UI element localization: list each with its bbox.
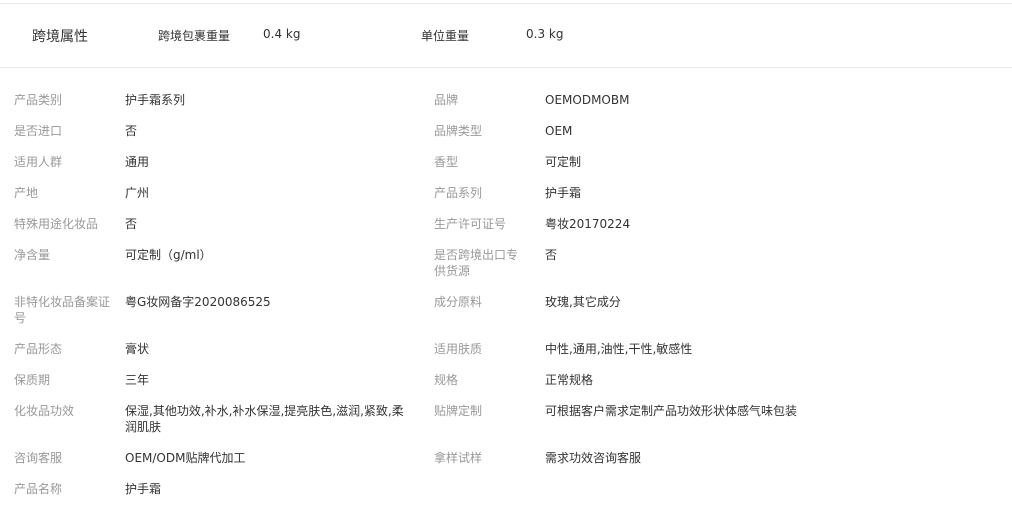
attribute-label: 拿样试样	[434, 451, 483, 465]
attribute-label: 非特化妆品备案证号	[14, 295, 111, 325]
attribute-value: 可定制（g/ml）	[125, 248, 212, 262]
attribute-label: 生产许可证号	[434, 217, 507, 231]
package-weight-label: 跨境包裹重量	[158, 29, 231, 43]
attribute-row: 产品名称 护手霜	[0, 473, 1012, 504]
attribute-cell: 化妆品功效 保湿,其他功效,补水,补水保湿,提亮肤色,滋润,紧致,柔润肌肤	[0, 395, 420, 442]
attribute-label: 保质期	[14, 373, 51, 387]
attribute-cell: 适用人群 通用	[0, 146, 420, 177]
attribute-label: 产品类别	[14, 93, 63, 107]
attribute-label: 适用肤质	[434, 342, 483, 356]
attribute-cell: 适用肤质 中性,通用,油性,干性,敏感性	[420, 333, 1012, 364]
package-weight-value: 0.4 kg	[263, 27, 301, 41]
attribute-label: 产品名称	[14, 482, 63, 496]
attribute-value: 通用	[125, 155, 150, 169]
attribute-value: 护手霜系列	[125, 93, 186, 107]
attribute-value: 可定制	[545, 155, 582, 169]
attribute-value: 中性,通用,油性,干性,敏感性	[545, 342, 693, 356]
attribute-cell: 是否进口 否	[0, 115, 420, 146]
attribute-row: 化妆品功效 保湿,其他功效,补水,补水保湿,提亮肤色,滋润,紧致,柔润肌肤 贴牌定制…	[0, 395, 1012, 442]
attribute-value: 广州	[125, 186, 150, 200]
attribute-cell: 产地 广州	[0, 177, 420, 208]
attribute-cell: 产品名称 护手霜	[0, 473, 420, 504]
attribute-value: 正常规格	[545, 373, 594, 387]
cross-border-attributes: 跨境属性 跨境包裹重量 0.4 kg 单位重量 0.3 kg	[0, 4, 1012, 68]
attribute-label: 品牌类型	[434, 124, 483, 138]
attribute-label: 产地	[14, 186, 39, 200]
attribute-cell: 规格 正常规格	[420, 364, 1012, 395]
attribute-row: 适用人群 通用 香型 可定制	[0, 146, 1012, 177]
unit-weight-value: 0.3 kg	[526, 27, 564, 41]
attribute-value: OEMODMOBM	[545, 93, 630, 107]
attribute-value: 可根据客户需求定制产品功效形状体感气味包装	[545, 404, 798, 418]
attribute-label: 品牌	[434, 93, 459, 107]
attribute-cell: 保质期 三年	[0, 364, 420, 395]
attribute-label: 净含量	[14, 248, 51, 262]
attribute-value: OEM/ODM贴牌代加工	[125, 451, 246, 465]
cross-border-title: 跨境属性	[32, 29, 88, 45]
attribute-cell: 产品系列 护手霜	[420, 177, 1012, 208]
attribute-value: 否	[545, 248, 558, 262]
attribute-value: 粤G妆网备字2020086525	[125, 295, 271, 309]
attribute-row: 非特化妆品备案证号 粤G妆网备字2020086525 成分原料 玫瑰,其它成分	[0, 286, 1012, 333]
attribute-cell: 品牌类型 OEM	[420, 115, 1012, 146]
attribute-label: 适用人群	[14, 155, 63, 169]
attribute-cell: 香型 可定制	[420, 146, 1012, 177]
attribute-label: 产品形态	[14, 342, 63, 356]
attribute-value: 保湿,其他功效,补水,补水保湿,提亮肤色,滋润,紧致,柔润肌肤	[125, 404, 404, 434]
attribute-value: 膏状	[125, 342, 150, 356]
attribute-row: 保质期 三年 规格 正常规格	[0, 364, 1012, 395]
attribute-value: 三年	[125, 373, 150, 387]
attribute-label: 咨询客服	[14, 451, 63, 465]
attribute-cell: 成分原料 玫瑰,其它成分	[420, 286, 1012, 333]
attribute-label: 产品系列	[434, 186, 483, 200]
attribute-cell: 净含量 可定制（g/ml）	[0, 239, 420, 286]
attribute-value: 护手霜	[125, 482, 162, 496]
attribute-row: 产地 广州 产品系列 护手霜	[0, 177, 1012, 208]
unit-weight-label: 单位重量	[421, 29, 470, 43]
attribute-label: 规格	[434, 373, 459, 387]
attribute-cell: 品牌 OEMODMOBM	[420, 84, 1012, 115]
attribute-row: 是否进口 否 品牌类型 OEM	[0, 115, 1012, 146]
attribute-value: 粤妆20170224	[545, 217, 631, 231]
attribute-cell: 产品类别 护手霜系列	[0, 84, 420, 115]
attribute-cell: 非特化妆品备案证号 粤G妆网备字2020086525	[0, 286, 420, 333]
attribute-label: 是否进口	[14, 124, 63, 138]
attribute-label: 香型	[434, 155, 459, 169]
attribute-label: 贴牌定制	[434, 404, 483, 418]
attribute-cell: 是否跨境出口专供货源 否	[420, 239, 1012, 286]
attribute-value: OEM	[545, 124, 573, 138]
attribute-value: 需求功效咨询客服	[545, 451, 642, 465]
attribute-row: 特殊用途化妆品 否 生产许可证号 粤妆20170224	[0, 208, 1012, 239]
attribute-cell: 拿样试样 需求功效咨询客服	[420, 442, 1012, 473]
attribute-cell: 特殊用途化妆品 否	[0, 208, 420, 239]
attribute-row: 咨询客服 OEM/ODM贴牌代加工 拿样试样 需求功效咨询客服	[0, 442, 1012, 473]
attribute-value: 护手霜	[545, 186, 582, 200]
attribute-value: 否	[125, 124, 138, 138]
attribute-value: 玫瑰,其它成分	[545, 295, 621, 309]
attribute-row: 净含量 可定制（g/ml） 是否跨境出口专供货源 否	[0, 239, 1012, 286]
attribute-cell	[420, 473, 1012, 504]
attribute-value: 否	[125, 217, 138, 231]
product-attributes-table: 产品类别 护手霜系列 品牌 OEMODMOBM 是否进口否品牌类型 OEM 适用人群 通用 香型…	[0, 84, 1012, 504]
attribute-label: 特殊用途化妆品	[14, 217, 99, 231]
attribute-cell: 贴牌定制 可根据客户需求定制产品功效形状体感气味包装	[420, 395, 1012, 442]
attribute-label: 成分原料	[434, 295, 483, 309]
attribute-label: 是否跨境出口专供货源	[434, 248, 519, 278]
attribute-row: 产品形态 膏状 适用肤质 中性,通用,油性,干性,敏感性	[0, 333, 1012, 364]
attribute-label: 化妆品功效	[14, 404, 75, 418]
attribute-row: 产品类别 护手霜系列 品牌 OEMODMOBM	[0, 84, 1012, 115]
attribute-cell: 生产许可证号 粤妆20170224	[420, 208, 1012, 239]
attribute-cell: 咨询客服 OEM/ODM贴牌代加工	[0, 442, 420, 473]
attribute-cell: 产品形态 膏状	[0, 333, 420, 364]
